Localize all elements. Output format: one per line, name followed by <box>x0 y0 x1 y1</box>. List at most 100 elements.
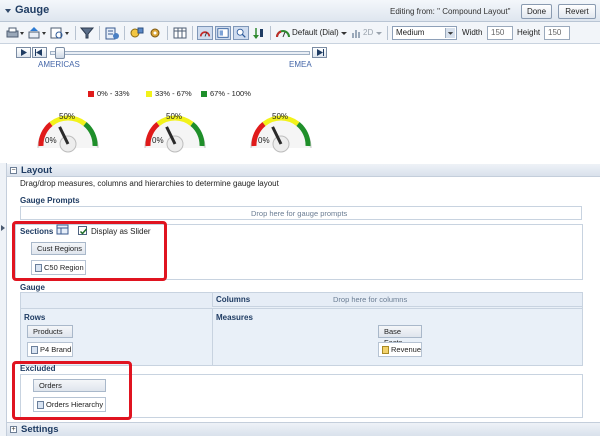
layout-section-title: Layout <box>21 165 53 176</box>
legend-swatch <box>201 91 207 97</box>
toolbar-separator <box>387 26 388 40</box>
export-icon[interactable] <box>27 26 47 40</box>
gauge-view-icon[interactable] <box>197 26 213 40</box>
layout-section-header[interactable]: − Layout <box>7 164 600 177</box>
settings-section-title: Settings <box>21 424 59 435</box>
previous-icon <box>35 49 42 56</box>
dimension-2d-label[interactable]: 2D <box>363 28 373 37</box>
print-icon[interactable] <box>5 26 25 40</box>
gauge-layout-corner <box>21 293 212 308</box>
done-button[interactable]: Done <box>521 4 552 19</box>
highlight-box <box>12 361 132 420</box>
legend-label: 67% - 100% <box>210 89 251 98</box>
side-panel-handle[interactable] <box>0 163 7 436</box>
toolbar-separator <box>192 26 193 40</box>
gauge-min-label: 0% <box>45 136 57 145</box>
format-icon[interactable] <box>129 26 145 40</box>
gauge-prompts-drop-text: Drop here for gauge prompts <box>251 209 348 218</box>
editing-source-text: Editing from: " Compound Layout" <box>390 7 511 16</box>
legend-item-mid: 33% - 67% <box>146 89 192 98</box>
legend-label: 0% - 33% <box>97 89 130 98</box>
chevron-down-icon[interactable] <box>375 26 383 40</box>
rows-column-chip[interactable]: P4 Brand <box>27 342 73 357</box>
width-label: Width <box>462 28 483 37</box>
toolbar-separator <box>270 26 271 40</box>
toolbar-separator <box>75 26 76 40</box>
slider-thumb[interactable] <box>55 47 65 59</box>
measures-column-chip[interactable]: Revenue <box>378 342 422 357</box>
toolbar-separator <box>124 26 125 40</box>
measures-column-header[interactable]: Base Facts <box>378 325 422 347</box>
gauge-dial-graphic <box>250 115 312 153</box>
toolbar: Default (Dial) 2D Medium Width 150 Heigh… <box>0 22 600 44</box>
gauge-type-label[interactable]: Default (Dial) <box>292 28 339 37</box>
chart-style-icon[interactable] <box>350 26 362 40</box>
play-icon <box>21 49 27 56</box>
title-bar: Gauge Editing from: " Compound Layout" D… <box>0 0 600 22</box>
filter-icon[interactable] <box>79 26 95 40</box>
sort-icon[interactable] <box>251 26 265 40</box>
gauge-dial[interactable]: 50% 0% <box>246 100 316 156</box>
measures-label: Measures <box>216 313 253 322</box>
height-label: Height <box>517 28 541 37</box>
collapse-icon[interactable] <box>4 7 12 15</box>
gauge-value-label: 50% <box>166 112 183 121</box>
revert-button[interactable]: Revert <box>558 4 596 19</box>
measure-icon <box>382 346 389 354</box>
gauge-value-label: 50% <box>272 112 289 121</box>
chevron-down-icon[interactable] <box>445 28 455 38</box>
legend-swatch <box>146 91 152 97</box>
slider-label-emea[interactable]: EMEA <box>289 60 312 69</box>
section-slider: AMERICAS EMEA <box>0 44 600 74</box>
columns-label: Columns <box>216 295 251 304</box>
view-icon[interactable] <box>49 26 71 40</box>
rows-label: Rows <box>24 313 46 322</box>
slider-play-button[interactable] <box>16 47 31 58</box>
settings-icon[interactable] <box>147 26 163 40</box>
height-input[interactable]: 150 <box>544 26 570 40</box>
table-icon[interactable] <box>172 26 188 40</box>
gauge-min-label: 0% <box>152 136 164 145</box>
columns-drop-text: Drop here for columns <box>333 295 408 304</box>
legend-swatch <box>88 91 94 97</box>
size-select[interactable]: Medium <box>392 26 457 40</box>
measures-column-chip-label: Revenue <box>391 345 422 354</box>
chevron-down-icon[interactable] <box>340 26 348 40</box>
gauge-dial[interactable]: 50% 0% <box>140 100 210 156</box>
gauge-prompts-title: Gauge Prompts <box>20 196 80 205</box>
size-select-value: Medium <box>396 28 425 37</box>
slider-previous-button[interactable] <box>32 47 47 58</box>
width-input[interactable]: 150 <box>487 26 513 40</box>
toolbar-separator <box>99 26 100 40</box>
settings-section-header[interactable]: + Settings <box>7 422 600 436</box>
gauge-layout-title: Gauge <box>20 283 45 292</box>
gauge-dial[interactable]: 50% 0% <box>33 100 103 156</box>
dial-type-icon[interactable] <box>275 26 291 40</box>
gauge-dial-graphic <box>144 115 206 153</box>
next-icon <box>317 49 324 56</box>
slider-label-americas[interactable]: AMERICAS <box>38 60 80 69</box>
rows-column-chip-label: P4 Brand <box>40 345 72 354</box>
columns-dropzone[interactable]: Columns Drop here for columns <box>212 293 582 307</box>
toolbar-separator <box>167 26 168 40</box>
legend-item-low: 0% - 33% <box>88 89 130 98</box>
slider-next-button[interactable] <box>312 47 327 58</box>
view-title: Gauge <box>15 4 50 16</box>
highlight-box <box>12 221 167 281</box>
properties-icon[interactable] <box>104 26 120 40</box>
gauge-dial-graphic <box>37 115 99 153</box>
layout-description: Drag/drop measures, columns and hierarch… <box>20 179 279 188</box>
rows-column-header[interactable]: Products <box>27 325 73 338</box>
collapse-toggle-icon[interactable]: − <box>10 167 17 174</box>
legend-label: 33% - 67% <box>155 89 192 98</box>
expand-toggle-icon[interactable]: + <box>10 426 17 433</box>
gauge-prompts-dropzone[interactable]: Drop here for gauge prompts <box>20 206 582 220</box>
layout-pane-icon[interactable] <box>215 26 231 40</box>
gauge-min-label: 0% <box>258 136 270 145</box>
hierarchy-icon <box>31 346 38 354</box>
slider-track[interactable] <box>50 51 310 55</box>
zoom-icon[interactable] <box>233 26 249 40</box>
gauge-value-label: 50% <box>59 112 76 121</box>
expand-arrow-icon <box>1 225 5 231</box>
legend-item-high: 67% - 100% <box>201 89 251 98</box>
